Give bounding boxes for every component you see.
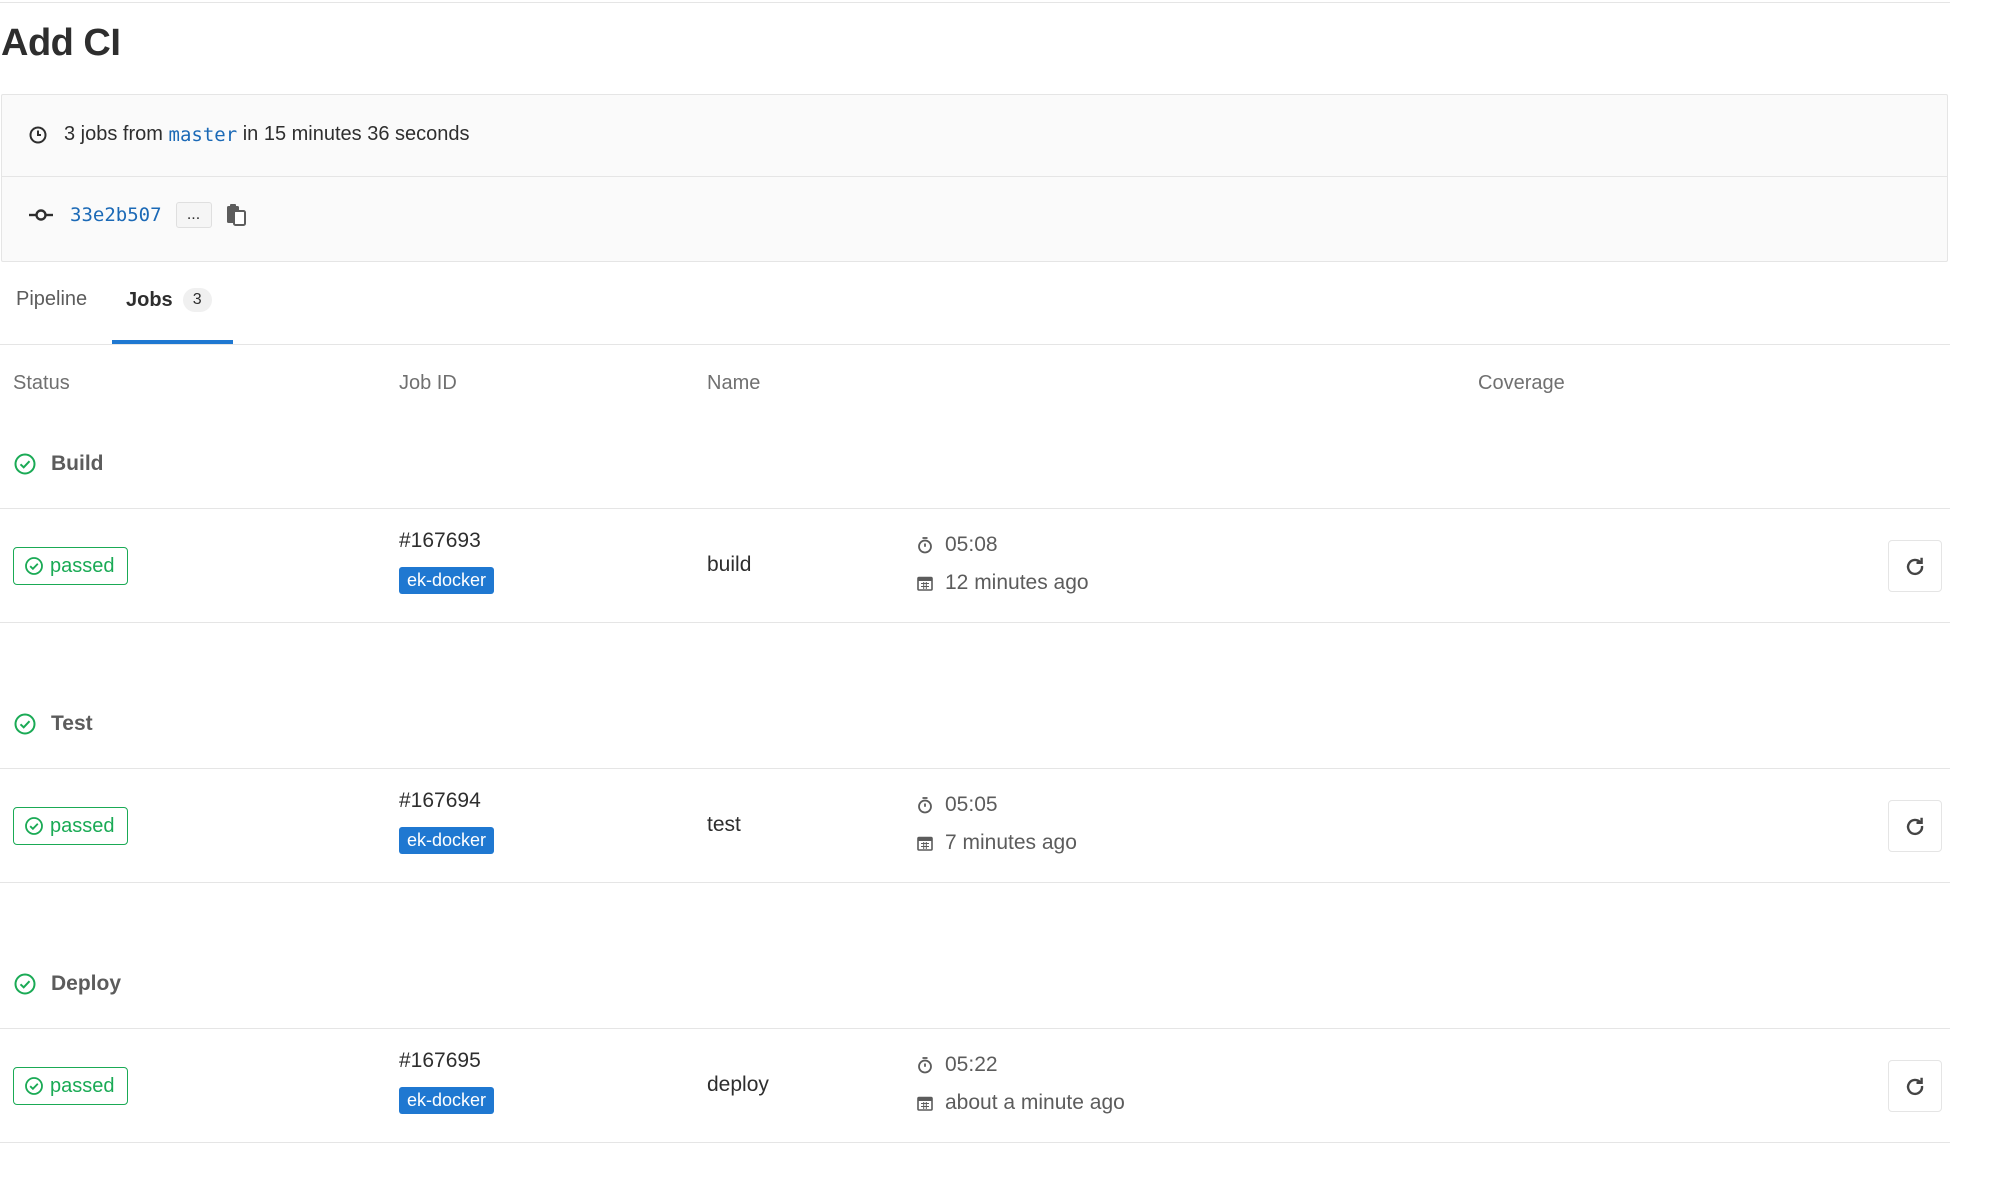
job-id-link[interactable]: #167694 xyxy=(399,789,481,813)
tab-jobs[interactable]: Jobs 3 xyxy=(126,288,212,312)
pipeline-summary: 3 jobs from master in 15 minutes 36 seco… xyxy=(28,123,470,146)
timer-icon xyxy=(918,1057,932,1074)
job-finished-time: about a minute ago xyxy=(916,1091,1125,1115)
job-name-link[interactable]: test xyxy=(707,813,741,837)
tab-pipeline-label: Pipeline xyxy=(16,288,88,310)
column-header-job-id: Job ID xyxy=(399,372,457,394)
commit-icon xyxy=(28,207,54,223)
check-circle-icon xyxy=(14,973,36,995)
retry-button[interactable] xyxy=(1888,540,1942,592)
check-circle-icon xyxy=(25,1077,43,1095)
clock-icon xyxy=(28,125,48,145)
check-circle-icon xyxy=(14,453,36,475)
duration-value: 05:08 xyxy=(945,533,998,556)
pipeline-tabs: Pipeline Jobs 3 xyxy=(0,262,1950,345)
finished-value: 7 minutes ago xyxy=(945,831,1077,854)
finished-value: about a minute ago xyxy=(945,1091,1125,1114)
job-duration: 05:22 xyxy=(916,1053,998,1077)
stage-header-build: Build xyxy=(13,452,104,476)
job-finished-time: 12 minutes ago xyxy=(916,571,1089,595)
status-badge[interactable]: passed xyxy=(13,1067,128,1105)
duration-value: 05:22 xyxy=(945,1053,998,1076)
retry-icon xyxy=(1906,817,1924,836)
timer-icon xyxy=(918,797,932,814)
stage-name: Test xyxy=(51,712,93,735)
stage-name: Build xyxy=(51,452,104,475)
tab-pipeline[interactable]: Pipeline xyxy=(16,288,87,311)
stage-name: Deploy xyxy=(51,972,122,995)
duration-value: 05:05 xyxy=(945,793,998,816)
check-circle-icon xyxy=(25,557,43,575)
tab-jobs-label: Jobs xyxy=(126,288,173,311)
runner-tag: ek-docker xyxy=(399,827,495,854)
status-badge[interactable]: passed xyxy=(13,547,128,585)
retry-button[interactable] xyxy=(1888,800,1942,852)
job-name-link[interactable]: build xyxy=(707,553,751,577)
calendar-icon xyxy=(917,836,933,851)
job-id-link[interactable]: #167693 xyxy=(399,529,481,553)
column-header-status: Status xyxy=(13,372,70,394)
summary-prefix: 3 jobs from xyxy=(64,123,163,145)
timer-icon xyxy=(918,537,932,554)
job-finished-time: 7 minutes ago xyxy=(916,831,1077,855)
commit-sha-link[interactable]: 33e2b507 xyxy=(70,204,162,226)
job-row: passed #167695 ek-docker deploy 05:22 ab… xyxy=(0,1028,1950,1143)
runner-tag: ek-docker xyxy=(399,567,495,594)
stage-header-deploy: Deploy xyxy=(13,972,121,996)
active-tab-indicator xyxy=(112,340,233,344)
job-id-link[interactable]: #167695 xyxy=(399,1049,481,1073)
status-label: passed xyxy=(50,814,115,837)
retry-icon xyxy=(1906,1077,1924,1096)
job-row: passed #167694 ek-docker test 05:05 7 mi… xyxy=(0,768,1950,883)
calendar-icon xyxy=(917,576,933,591)
job-name-link[interactable]: deploy xyxy=(707,1073,769,1097)
pipeline-summary-row: 3 jobs from master in 15 minutes 36 seco… xyxy=(2,95,1947,177)
retry-button[interactable] xyxy=(1888,1060,1942,1112)
calendar-icon xyxy=(917,1096,933,1111)
top-divider xyxy=(0,2,1950,3)
job-row: passed #167693 ek-docker build 05:08 12 … xyxy=(0,508,1950,623)
finished-value: 12 minutes ago xyxy=(945,571,1089,594)
job-duration: 05:05 xyxy=(916,793,998,817)
check-circle-icon xyxy=(14,713,36,735)
summary-suffix: in 15 minutes 36 seconds xyxy=(242,123,470,145)
column-header-coverage: Coverage xyxy=(1478,372,1565,394)
status-label: passed xyxy=(50,554,115,577)
clipboard-icon[interactable] xyxy=(224,202,248,228)
branch-link[interactable]: master xyxy=(169,124,238,146)
pipeline-info-box: 3 jobs from master in 15 minutes 36 seco… xyxy=(1,94,1948,262)
jobs-count-badge: 3 xyxy=(182,288,212,312)
retry-icon xyxy=(1906,557,1924,576)
commit-row: 33e2b507 ... xyxy=(2,177,1947,263)
runner-tag: ek-docker xyxy=(399,1087,495,1114)
stage-header-test: Test xyxy=(13,712,93,736)
commit-info: 33e2b507 ... xyxy=(28,202,248,228)
page-title: Add CI xyxy=(1,22,121,64)
status-label: passed xyxy=(50,1074,115,1097)
column-header-name: Name xyxy=(707,372,761,394)
commit-description-toggle[interactable]: ... xyxy=(175,202,212,228)
status-badge[interactable]: passed xyxy=(13,807,128,845)
pipeline-page: Add CI 3 jobs from master in 15 minutes … xyxy=(0,0,1950,1201)
job-duration: 05:08 xyxy=(916,533,998,557)
check-circle-icon xyxy=(25,817,43,835)
